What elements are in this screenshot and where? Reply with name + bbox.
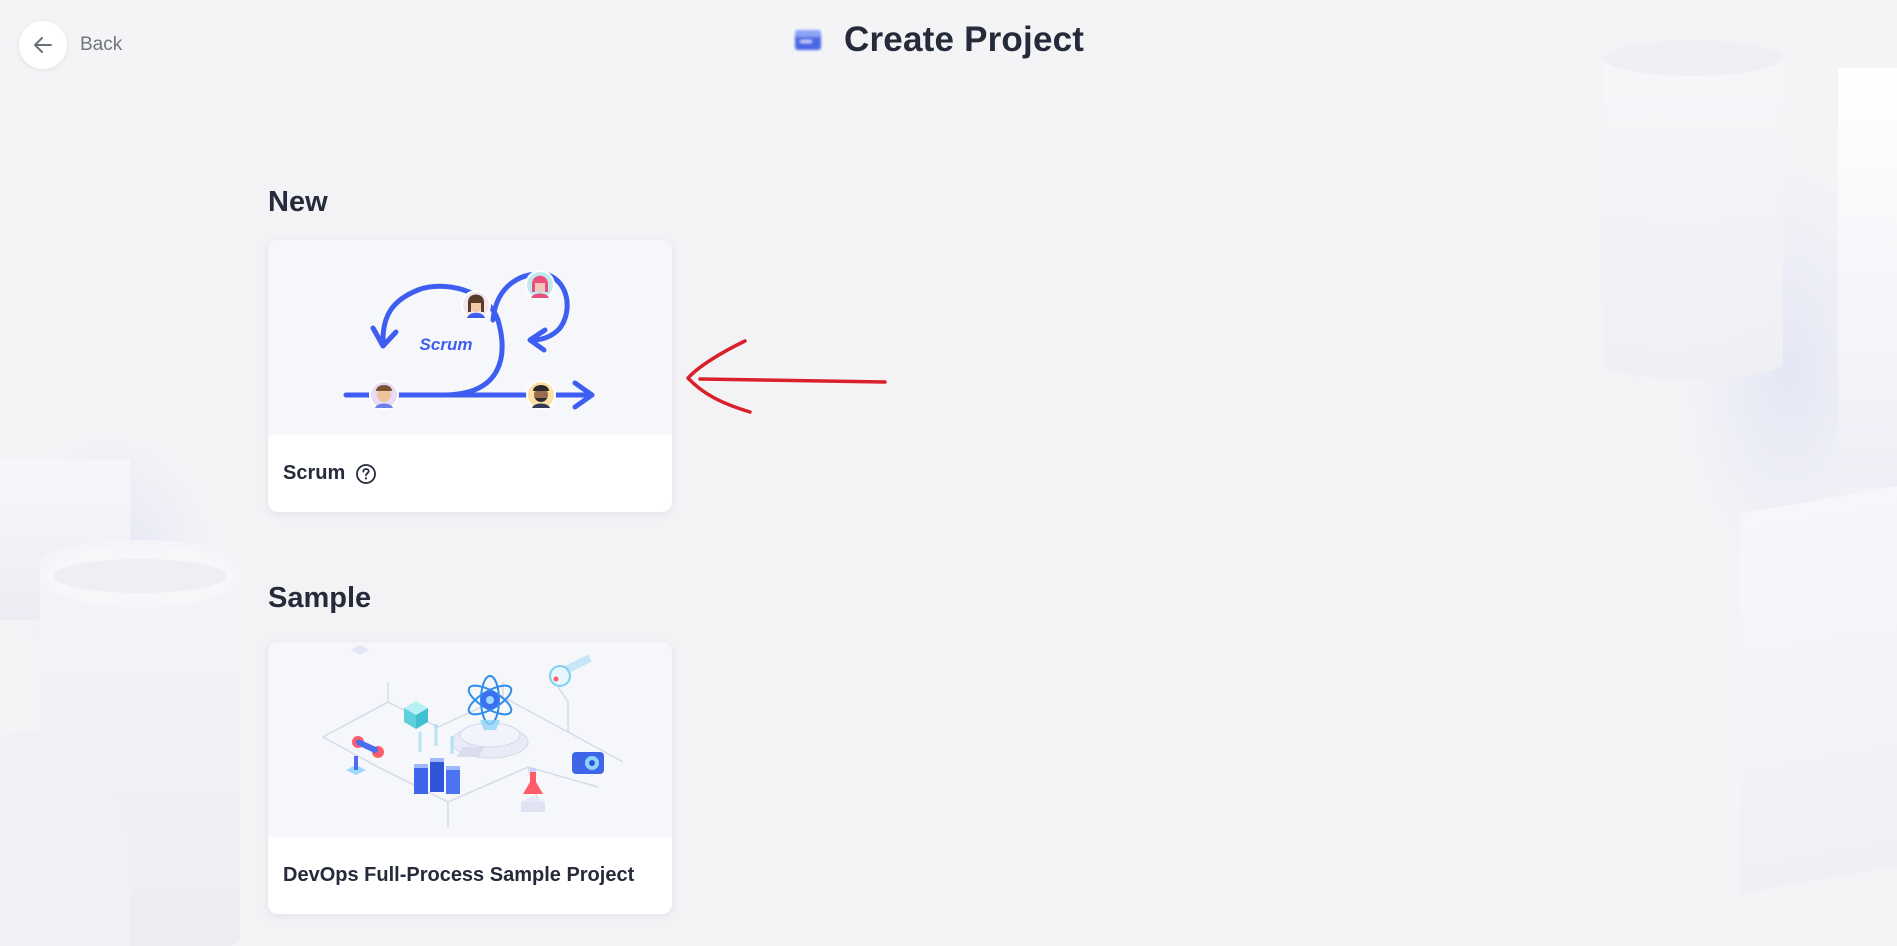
scrum-illustration: Scrum	[268, 240, 672, 435]
scrum-illustration-label: Scrum	[420, 335, 473, 354]
back-label[interactable]: Back	[80, 34, 122, 56]
page-header: Create Project	[792, 20, 1084, 60]
card-label-row: DevOps Full-Process Sample Project	[283, 864, 634, 887]
avatar	[369, 380, 399, 410]
background-glow-right	[1680, 160, 1897, 580]
page-title: Create Project	[844, 20, 1085, 59]
arrow-left-icon	[34, 37, 52, 53]
background-cylinder-left-top	[40, 545, 240, 607]
help-circle-icon[interactable]	[355, 463, 377, 485]
background-block-left	[0, 460, 130, 620]
card-label[interactable]: Scrum	[283, 462, 345, 485]
avatar	[461, 290, 491, 320]
background-slab-right	[1740, 486, 1897, 894]
avatar	[525, 270, 555, 300]
background-cylinder-right	[1603, 40, 1783, 380]
back-circle[interactable]	[19, 21, 67, 69]
project-card-devops-sample[interactable]: DevOps Full-Process Sample Project	[268, 642, 672, 914]
back-button[interactable]: Back	[19, 21, 122, 69]
background-cylinder-right-top	[1603, 40, 1783, 76]
background-block-right	[1838, 68, 1897, 488]
background-cylinder-left	[40, 540, 240, 946]
background-glow-left	[0, 430, 220, 690]
create-project-page: Back Create Project New Scrum Scrum Samp…	[0, 0, 1897, 946]
devops-illustration	[268, 642, 672, 837]
project-card-scrum[interactable]: Scrum Scrum	[268, 240, 672, 512]
section-title-new: New	[268, 186, 328, 218]
card-label-row: Scrum	[283, 462, 377, 485]
card-label[interactable]: DevOps Full-Process Sample Project	[283, 864, 634, 887]
section-title-sample: Sample	[268, 582, 372, 614]
project-icon	[795, 30, 821, 50]
background-arc-left	[0, 730, 130, 946]
red-arrow-annotation	[686, 339, 887, 414]
avatar	[526, 380, 556, 410]
